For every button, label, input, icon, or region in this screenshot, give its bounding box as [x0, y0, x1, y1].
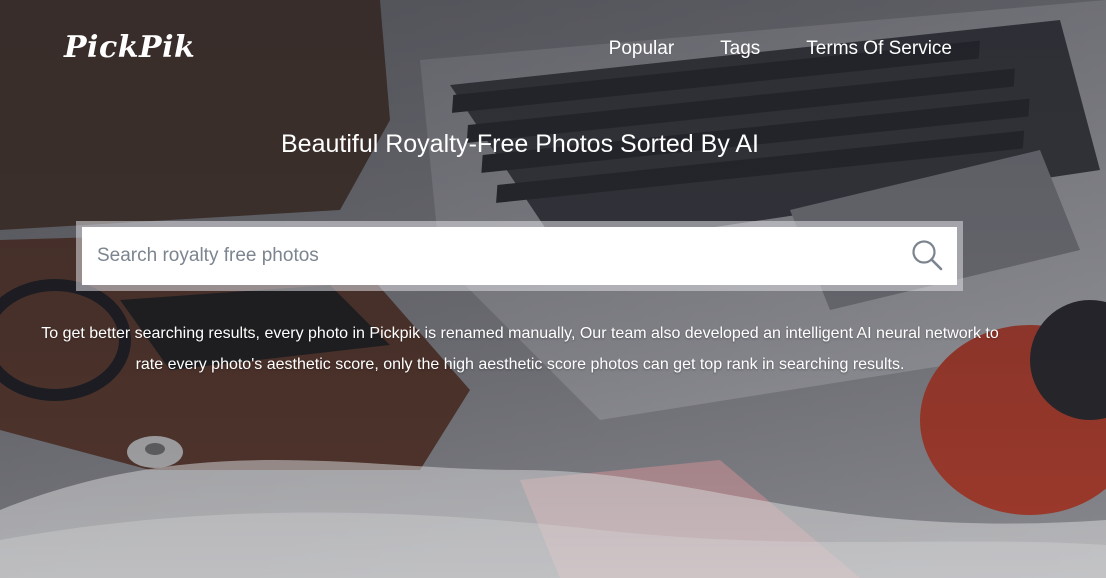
search-box	[82, 227, 957, 285]
search-icon	[912, 240, 943, 271]
search-bar	[76, 221, 963, 291]
page-headline: Beautiful Royalty-Free Photos Sorted By …	[280, 130, 759, 158]
hero-section: PickPik Popular Tags Terms Of Service Be…	[0, 0, 1106, 578]
site-logo[interactable]: PickPik	[64, 30, 195, 65]
search-input[interactable]	[82, 227, 902, 285]
search-button[interactable]	[911, 239, 945, 273]
nav-tags[interactable]: Tags	[720, 38, 760, 60]
nav-terms-of-service[interactable]: Terms Of Service	[806, 38, 952, 60]
top-nav: Popular Tags Terms Of Service	[563, 38, 952, 60]
nav-popular[interactable]: Popular	[609, 38, 675, 60]
hero-description: To get better searching results, every p…	[41, 325, 999, 373]
